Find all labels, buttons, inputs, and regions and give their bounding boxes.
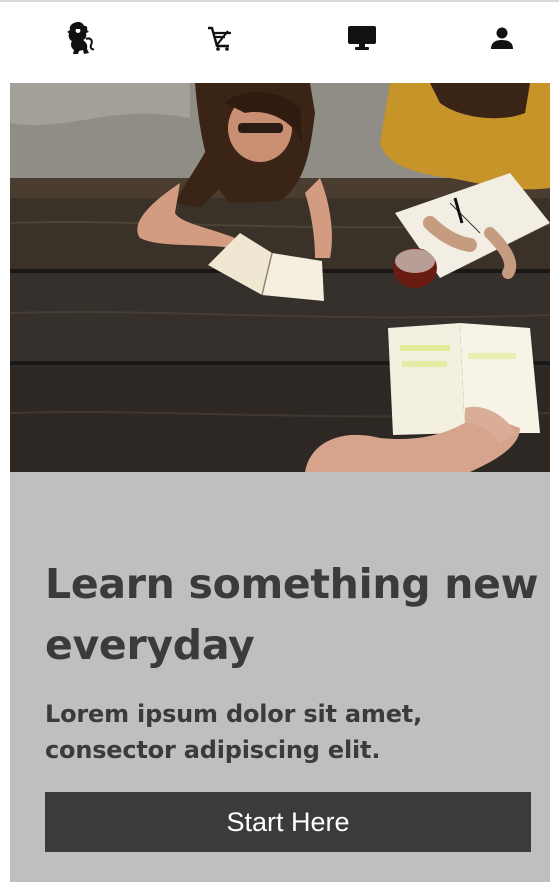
students-reading-at-picnic-table-photo (10, 83, 550, 472)
hero-subtitle: Lorem ipsum dolor sit amet, consector ad… (45, 700, 422, 764)
desktop-icon (348, 26, 376, 50)
top-navbar (0, 2, 559, 83)
shopping-cart-icon (208, 26, 231, 51)
user-icon (491, 27, 513, 49)
desktop-button[interactable] (344, 20, 380, 56)
home-logo-button[interactable] (62, 20, 98, 56)
hero-title: Learn something new everyday (45, 560, 539, 669)
start-here-button[interactable]: Start Here (45, 792, 531, 852)
hero-panel: Learn something new everyday Lorem ipsum… (10, 472, 550, 882)
cart-button[interactable] (202, 20, 238, 56)
lion-logo-icon (67, 22, 95, 54)
account-button[interactable] (484, 20, 520, 56)
